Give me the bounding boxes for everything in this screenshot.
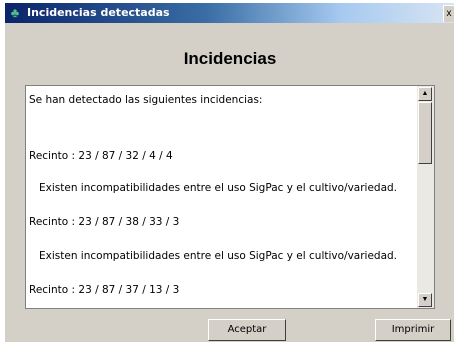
recinto-line: Recinto : 23 / 87 / 38 / 33 / 3 <box>29 216 180 228</box>
recinto-line: Recinto : 23 / 87 / 37 / 13 / 3 <box>29 284 180 296</box>
scroll-down-icon[interactable]: ▼ <box>418 293 432 307</box>
window-title: Incidencias detectadas <box>27 6 170 19</box>
close-button[interactable]: x <box>443 5 454 22</box>
intro-line: Se han detectado las siguientes incidenc… <box>29 94 263 106</box>
print-button[interactable]: Imprimir <box>375 319 451 341</box>
scroll-up-icon[interactable]: ▲ <box>418 87 432 101</box>
app-icon: ♣ <box>10 5 20 20</box>
scroll-thumb[interactable] <box>418 102 432 164</box>
accept-button[interactable]: Aceptar <box>208 319 286 341</box>
incidencia-line: Existen incompatibilidades entre el uso … <box>39 250 398 262</box>
dialog-window: ♣ Incidencias detectadas x Incidencias S… <box>4 2 454 342</box>
recinto-line: Recinto : 23 / 87 / 32 / 4 / 4 <box>29 150 173 162</box>
title-bar[interactable]: ♣ Incidencias detectadas x <box>5 3 454 23</box>
incidencia-line: Existen incompatibilidades entre el uso … <box>39 182 398 194</box>
vertical-scrollbar[interactable]: ▲ ▼ <box>417 86 434 308</box>
dialog-heading: Incidencias <box>183 49 277 68</box>
incidencias-textarea[interactable]: Se han detectado las siguientes incidenc… <box>25 85 435 309</box>
